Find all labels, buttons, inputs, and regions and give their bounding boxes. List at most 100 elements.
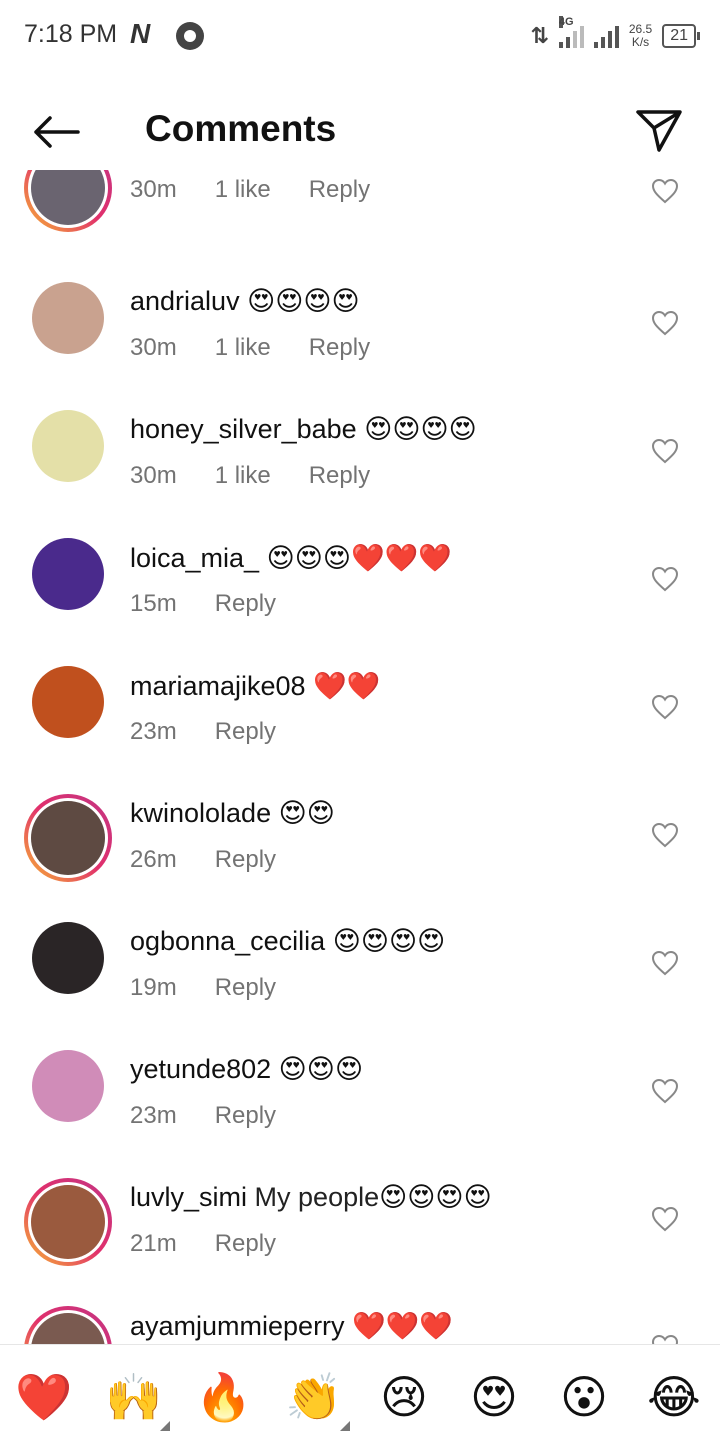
avatar[interactable] [32,666,104,738]
comment-username[interactable]: luvly_simi [130,1182,247,1212]
avatar[interactable] [32,538,104,610]
comment-row: 30m 1 like Reply [0,170,720,254]
data-transfer-icon: ⇅ [530,23,549,48]
like-heart-icon[interactable] [651,1334,679,1344]
comment-row: ogbonna_cecilia 😍😍😍😍 19m Reply [0,894,720,1022]
comment-username[interactable]: mariamajike08 [130,671,306,701]
comment-meta: 23m Reply [130,718,314,746]
comment-emoji: 😍😍😍😍 [332,926,446,956]
comment-username[interactable]: ogbonna_cecilia [130,926,325,956]
reply-button[interactable]: Reply [215,1102,276,1129]
comment-emoji: 😍😍😍😍 [364,414,477,444]
reply-button[interactable]: Reply [215,590,276,617]
like-heart-icon[interactable] [651,438,679,464]
comment-line: ogbonna_cecilia 😍😍😍😍 [130,926,445,957]
page-title: Comments [145,108,337,149]
like-heart-icon[interactable] [651,950,679,976]
like-heart-icon[interactable] [651,566,679,592]
comment-username[interactable]: kwinololade [130,798,271,828]
avatar[interactable] [32,1050,104,1122]
reply-button[interactable]: Reply [215,846,276,873]
emoji-crying-button[interactable]: 😢 [374,1367,434,1427]
status-time: 7:18 PM [24,20,118,48]
comment-likes[interactable]: 1 like [215,334,271,361]
status-indicators: ⇅ 4G 26.5 K/s 21 [530,16,700,54]
emoji-reaction-bar: ❤️ 🙌 🔥 👏 😢 😍 😮 😂 [0,1344,720,1448]
avatar[interactable] [24,794,112,882]
comment-time: 26m [130,846,177,873]
emoji-fire-button[interactable]: 🔥 [194,1367,254,1427]
notification-n-icon: N [130,18,151,49]
comment-row: mariamajike08 ❤️❤️ 23m Reply [0,638,720,766]
like-heart-icon[interactable] [651,694,679,720]
comment-meta: 26m Reply [130,846,314,874]
signal-4g-icon: 4G [558,16,584,48]
avatar[interactable] [24,1178,112,1266]
comment-list[interactable]: 30m 1 like Reply andrialuv 😍😍😍😍 30m 1 like R… [0,170,720,1344]
comment-meta: 23m Reply [130,1102,314,1130]
reply-button[interactable]: Reply [215,974,276,1001]
comment-row: yetunde802 😍😍😍 23m Reply [0,1022,720,1150]
comment-row: honey_silver_babe 😍😍😍😍 30m 1 like Reply [0,382,720,510]
back-button[interactable] [28,110,84,154]
comment-username[interactable]: ayamjummieperry [130,1311,345,1341]
avatar[interactable] [24,170,112,232]
comment-username[interactable]: andrialuv [130,286,240,316]
emoji-laughing-button[interactable]: 😂 [644,1367,704,1427]
avatar[interactable] [32,922,104,994]
battery-icon: 21 [662,24,700,48]
reply-button[interactable]: Reply [309,462,370,489]
comment-time: 21m [130,1230,177,1257]
comment-username[interactable]: loica_mia_ [130,543,259,573]
signal-icon [593,24,619,48]
share-button[interactable] [634,106,684,156]
comment-likes[interactable]: 1 like [215,176,271,203]
comment-time: 15m [130,590,177,617]
comment-row: kwinololade 😍😍 26m Reply [0,766,720,894]
comment-emoji: 😍😍😍😍 [379,1182,492,1212]
comment-time: 19m [130,974,177,1001]
comment-line: honey_silver_babe 😍😍😍😍 [130,414,477,445]
emoji-heart-button[interactable]: ❤️ [14,1367,74,1427]
comment-emoji: 😍😍😍❤️❤️❤️ [266,543,452,573]
like-heart-icon[interactable] [651,1206,679,1232]
comment-row: luvly_simi My people😍😍😍😍 21m Reply [0,1150,720,1278]
comment-row: andrialuv 😍😍😍😍 30m 1 like Reply [0,254,720,382]
reply-button[interactable]: Reply [215,1230,276,1257]
comment-time: 30m [130,334,177,361]
comment-line: mariamajike08 ❤️❤️ [130,670,380,702]
emoji-heart-eyes-button[interactable]: 😍 [464,1367,524,1427]
whatsapp-icon [176,22,204,50]
reply-button[interactable]: Reply [309,334,370,361]
comment-meta: 21m Reply [130,1230,314,1258]
comment-line: kwinololade 😍😍 [130,798,335,829]
like-heart-icon[interactable] [651,822,679,848]
emoji-raised-hands-button[interactable]: 🙌 [104,1367,170,1431]
comment-time: 23m [130,1102,177,1129]
avatar[interactable] [24,1306,112,1344]
comment-likes[interactable]: 1 like [215,462,271,489]
paper-plane-icon [636,110,682,152]
comment-line: andrialuv 😍😍😍😍 [130,286,360,317]
network-speed: 26.5 K/s [629,23,652,49]
reply-button[interactable]: Reply [215,718,276,745]
like-heart-icon[interactable] [651,1078,679,1104]
comment-line: yetunde802 😍😍😍 [130,1054,363,1085]
comment-row: ayamjummieperry ❤️❤️❤️ [0,1278,720,1344]
comment-line: luvly_simi My people😍😍😍😍 [130,1182,492,1213]
avatar[interactable] [32,282,104,354]
emoji-clap-button[interactable]: 👏 [284,1367,350,1431]
emoji-surprised-button[interactable]: 😮 [554,1367,614,1427]
like-heart-icon[interactable] [651,178,679,204]
comment-meta: 30m 1 like Reply [130,462,408,490]
like-heart-icon[interactable] [651,310,679,336]
back-arrow-icon [34,116,80,148]
comment-meta: 15m Reply [130,590,314,618]
comment-time: 30m [130,462,177,489]
reply-button[interactable]: Reply [309,176,370,203]
comment-username[interactable]: honey_silver_babe [130,414,357,444]
comment-meta: 30m 1 like Reply [130,334,408,362]
avatar[interactable] [32,410,104,482]
comment-username[interactable]: yetunde802 [130,1054,271,1084]
network-label: 4G [558,16,574,28]
